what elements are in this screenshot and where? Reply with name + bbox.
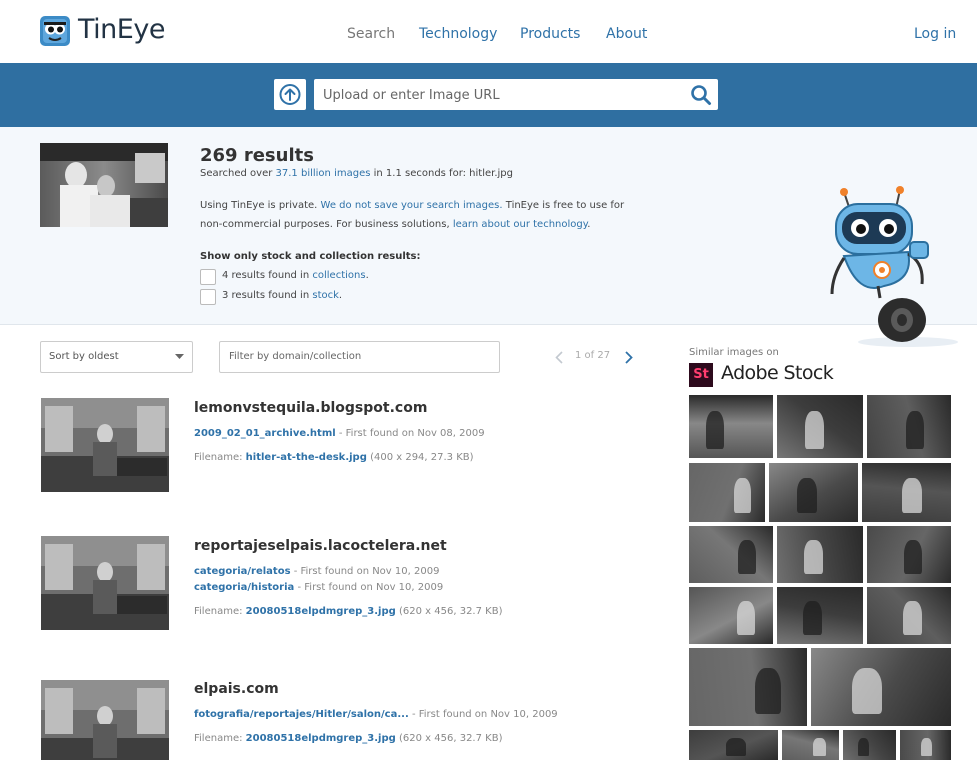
similar-image-tile[interactable]: [777, 395, 863, 458]
result-link-row: categoria/historia - First found on Nov …: [194, 582, 444, 593]
similar-image-tile[interactable]: [689, 463, 765, 522]
robot-mascot: [828, 186, 958, 348]
filter-heading: Show only stock and collection results:: [200, 251, 421, 262]
result-filename-row: Filename: hitler-at-the-desk.jpg (400 x …: [194, 452, 474, 463]
result-domain[interactable]: elpais.com: [194, 681, 279, 697]
similar-image-tile[interactable]: [689, 526, 773, 583]
nav-products[interactable]: Products: [520, 26, 580, 42]
collections-checkbox[interactable]: [200, 269, 216, 285]
similar-image-tile[interactable]: [689, 730, 778, 760]
similar-image-tile[interactable]: [811, 648, 951, 726]
results-count: 269 results: [200, 145, 314, 166]
privacy-link[interactable]: We do not save your search images.: [321, 200, 503, 211]
similar-image-tile[interactable]: [689, 395, 773, 458]
result-domain[interactable]: lemonvstequila.blogspot.com: [194, 400, 427, 416]
similar-image-tile[interactable]: [777, 526, 863, 583]
filter-box[interactable]: [219, 341, 500, 373]
collections-link[interactable]: collections: [312, 270, 365, 281]
chevron-left-icon[interactable]: [555, 351, 563, 364]
result-page-link[interactable]: 2009_02_01_archive.html: [194, 428, 336, 439]
chevron-right-icon[interactable]: [625, 351, 633, 364]
searched-line: Searched over 37.1 billion images in 1.1…: [200, 168, 513, 179]
adobe-stock-logo-icon[interactable]: St: [689, 363, 713, 387]
result-page-link[interactable]: categoria/relatos: [194, 566, 291, 577]
sort-select[interactable]: Sort by oldest: [40, 341, 193, 373]
similar-image-tile[interactable]: [769, 463, 858, 522]
similar-image-tile[interactable]: [689, 587, 773, 644]
result-filename-link[interactable]: hitler-at-the-desk.jpg: [246, 452, 367, 463]
similar-images-label: Similar images on: [689, 347, 779, 358]
tineye-logo-icon[interactable]: [40, 16, 70, 46]
similar-image-tile[interactable]: [867, 526, 951, 583]
similar-image-tile[interactable]: [867, 587, 951, 644]
similar-image-tile[interactable]: [777, 587, 863, 644]
collections-filter-label: 4 results found in collections.: [222, 270, 369, 281]
logo-text[interactable]: TinEye: [78, 14, 165, 45]
similar-image-tile[interactable]: [862, 463, 951, 522]
filter-input[interactable]: [227, 350, 491, 363]
result-domain[interactable]: reportajeselpais.lacoctelera.net: [194, 538, 447, 554]
upload-button[interactable]: [274, 79, 306, 110]
similar-image-tile[interactable]: [782, 730, 839, 760]
header: TinEye Search Technology Products About …: [0, 0, 977, 63]
stock-checkbox[interactable]: [200, 289, 216, 305]
search-box[interactable]: [314, 79, 718, 110]
result-filename-row: Filename: 20080518elpdmgrep_3.jpg (620 x…: [194, 606, 503, 617]
adobe-stock-name[interactable]: Adobe Stock: [721, 362, 834, 384]
result-page-link[interactable]: fotografia/reportajes/Hitler/salon/ca...: [194, 709, 409, 720]
sort-select-value: Sort by oldest: [49, 351, 119, 362]
billion-images-link[interactable]: 37.1 billion images: [276, 168, 371, 179]
result-thumbnail[interactable]: [41, 536, 169, 630]
result-filename-link[interactable]: 20080518elpdmgrep_3.jpg: [246, 733, 396, 744]
result-link-row: fotografia/reportajes/Hitler/salon/ca...…: [194, 709, 558, 720]
nav-technology[interactable]: Technology: [419, 26, 497, 42]
chevron-down-icon: [175, 354, 184, 359]
result-link-row: categoria/relatos - First found on Nov 1…: [194, 566, 440, 577]
stock-filter-label: 3 results found in stock.: [222, 290, 343, 301]
stock-link[interactable]: stock: [312, 290, 339, 301]
similar-image-tile[interactable]: [867, 395, 951, 458]
search-input[interactable]: [321, 85, 685, 105]
search-icon[interactable]: [690, 84, 712, 106]
similar-image-tile[interactable]: [900, 730, 951, 760]
query-image[interactable]: [40, 143, 168, 227]
similar-image-tile[interactable]: [689, 648, 807, 726]
result-filename-link[interactable]: 20080518elpdmgrep_3.jpg: [246, 606, 396, 617]
nav-about[interactable]: About: [606, 26, 647, 42]
privacy-line-2: non-commercial purposes. For business so…: [200, 219, 591, 230]
privacy-line-1: Using TinEye is private. We do not save …: [200, 200, 625, 211]
result-thumbnail[interactable]: [41, 398, 169, 492]
nav-search[interactable]: Search: [347, 26, 395, 42]
result-link-row: 2009_02_01_archive.html - First found on…: [194, 428, 485, 439]
login-link[interactable]: Log in: [914, 26, 956, 42]
result-filename-row: Filename: 20080518elpdmgrep_3.jpg (620 x…: [194, 733, 503, 744]
similar-image-tile[interactable]: [843, 730, 896, 760]
result-thumbnail[interactable]: [41, 680, 169, 760]
pager-text: 1 of 27: [575, 350, 611, 361]
robot-icon: [830, 186, 958, 347]
learn-technology-link[interactable]: learn about our technology: [453, 219, 587, 230]
result-page-link[interactable]: categoria/historia: [194, 582, 294, 593]
upload-icon: [279, 84, 301, 105]
